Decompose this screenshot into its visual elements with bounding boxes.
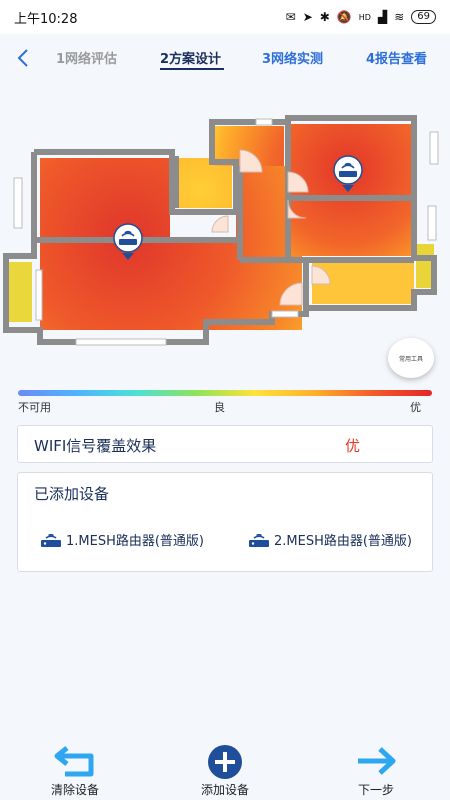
legend-label-good: 良	[214, 401, 225, 414]
router-icon	[249, 533, 269, 547]
network-type-label: HD	[358, 12, 371, 22]
arrow-right-icon	[358, 747, 396, 775]
floorplan-heatmap[interactable]	[0, 110, 450, 350]
added-devices-card: 已添加设备 1.MESH路由器(普通版) 2.MESH路由器(普通版)	[17, 472, 433, 572]
coverage-label: WIFI信号覆盖效果	[34, 437, 157, 455]
chevron-left-icon	[17, 49, 28, 67]
status-time: 上午10:28	[14, 11, 78, 27]
clear-devices-button[interactable]: 清除设备	[35, 740, 115, 800]
bluetooth-icon: ✱	[319, 10, 330, 24]
status-bar: 上午10:28 ✉ ➤ ✱ 🔕 HD ▟ ≋ 69	[0, 0, 450, 34]
tab-report-view[interactable]: 4报告查看	[366, 48, 427, 67]
device-item[interactable]: 1.MESH路由器(普通版)	[40, 530, 204, 549]
back-button[interactable]	[10, 44, 36, 72]
active-tab-indicator	[160, 68, 224, 70]
common-tools-button[interactable]: 常用工具	[388, 338, 434, 378]
add-device-button[interactable]: 添加设备	[185, 740, 265, 800]
device-label: 1.MESH路由器(普通版)	[66, 534, 205, 549]
legend-label-unavailable: 不可用	[18, 401, 51, 414]
coverage-card: WIFI信号覆盖效果 优	[17, 425, 433, 463]
router-icon	[41, 533, 61, 547]
signal-legend-bar	[18, 390, 432, 396]
device-label: 2.MESH路由器(普通版)	[274, 534, 413, 549]
step-navbar: 1网络评估 2方案设计 3网络实测 4报告查看	[0, 34, 450, 82]
common-tools-label: 常用工具	[398, 355, 423, 363]
wifi-icon: ≋	[394, 10, 405, 24]
location-icon: ➤	[302, 10, 313, 24]
legend-label-excellent: 优	[410, 401, 421, 414]
bottom-action-bar: 清除设备 添加设备 下一步	[0, 740, 450, 800]
wechat-notification-icon: ✉	[285, 10, 296, 24]
add-device-label: 添加设备	[200, 783, 249, 797]
tab-network-measurement[interactable]: 3网络实测	[262, 48, 323, 67]
plus-circle-icon	[208, 745, 242, 779]
device-item[interactable]: 2.MESH路由器(普通版)	[248, 530, 412, 549]
battery-icon: 69	[411, 10, 436, 24]
added-devices-title: 已添加设备	[34, 485, 110, 503]
clear-devices-label: 清除设备	[50, 783, 99, 797]
next-step-button[interactable]: 下一步	[336, 740, 416, 800]
return-arrow-icon	[54, 746, 94, 777]
next-step-label: 下一步	[357, 783, 394, 797]
tab-network-assessment[interactable]: 1网络评估	[56, 48, 117, 67]
tab-plan-design[interactable]: 2方案设计	[160, 48, 221, 67]
mute-icon: 🔕	[336, 10, 352, 24]
signal-icon: ▟	[377, 10, 388, 24]
coverage-value: 优	[345, 437, 361, 455]
